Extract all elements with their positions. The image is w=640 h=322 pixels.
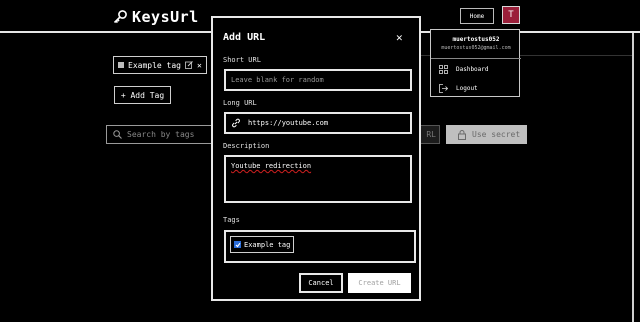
add-url-button[interactable]: RL [418, 125, 440, 144]
user-menu-divider [431, 58, 521, 59]
search-placeholder: Search by tags [127, 130, 195, 139]
lock-icon [458, 129, 466, 140]
tag-color-swatch [118, 62, 124, 68]
create-url-button[interactable]: Create URL [348, 273, 411, 293]
page-right-border [632, 33, 634, 322]
remove-tag-icon[interactable]: ✕ [197, 61, 202, 70]
search-icon [113, 130, 122, 139]
key-icon [112, 9, 128, 25]
description-value: Youtube redirection [231, 162, 312, 170]
short-url-label: Short URL [223, 56, 261, 64]
use-secret-button[interactable]: Use secret [446, 125, 527, 144]
close-icon[interactable]: ✕ [396, 31, 403, 44]
avatar[interactable]: T [502, 6, 520, 24]
long-url-label: Long URL [223, 99, 257, 107]
cancel-button[interactable]: Cancel [299, 273, 343, 293]
tag-chip-label: Example tag [128, 60, 181, 70]
long-url-input[interactable]: https://youtube.com [224, 112, 412, 134]
logout-icon [439, 83, 448, 93]
menu-item-dashboard[interactable]: Dashboard [439, 62, 519, 76]
user-menu: muertostus052 muertostus052@gmail.com Da… [430, 29, 521, 97]
use-secret-label: Use secret [472, 130, 521, 139]
modal-title: Add URL [223, 32, 266, 43]
search-input[interactable]: Search by tags [106, 125, 216, 144]
menu-item-label: Dashboard [456, 65, 489, 73]
add-tag-button[interactable]: + Add Tag [114, 86, 171, 104]
short-url-input[interactable]: Leave blank for random [224, 69, 412, 91]
tags-selector: Example tag [224, 230, 416, 263]
app-logo[interactable]: KeysUrl [112, 7, 199, 27]
logo-text: KeysUrl [132, 8, 199, 26]
home-button[interactable]: Home [460, 8, 494, 24]
tag-chip[interactable]: Example tag ✕ [113, 56, 207, 74]
description-label: Description [223, 142, 270, 150]
checkbox-checked-icon[interactable] [234, 241, 241, 248]
user-menu-email: muertostus052@gmail.com [441, 45, 511, 51]
tags-label: Tags [223, 216, 240, 224]
edit-icon[interactable] [185, 61, 193, 69]
description-textarea[interactable]: Youtube redirection [224, 155, 412, 203]
dashboard-icon [439, 64, 448, 74]
long-url-value: https://youtube.com [248, 119, 329, 127]
tag-option-label: Example tag [244, 240, 291, 249]
add-url-modal: Add URL ✕ Short URL Leave blank for rand… [211, 16, 421, 301]
short-url-placeholder: Leave blank for random [231, 76, 324, 84]
tag-option[interactable]: Example tag [230, 236, 294, 253]
menu-item-logout[interactable]: Logout [439, 81, 519, 95]
menu-item-label: Logout [456, 84, 478, 92]
user-menu-username: muertostus052 [452, 36, 500, 43]
link-icon [231, 118, 241, 128]
